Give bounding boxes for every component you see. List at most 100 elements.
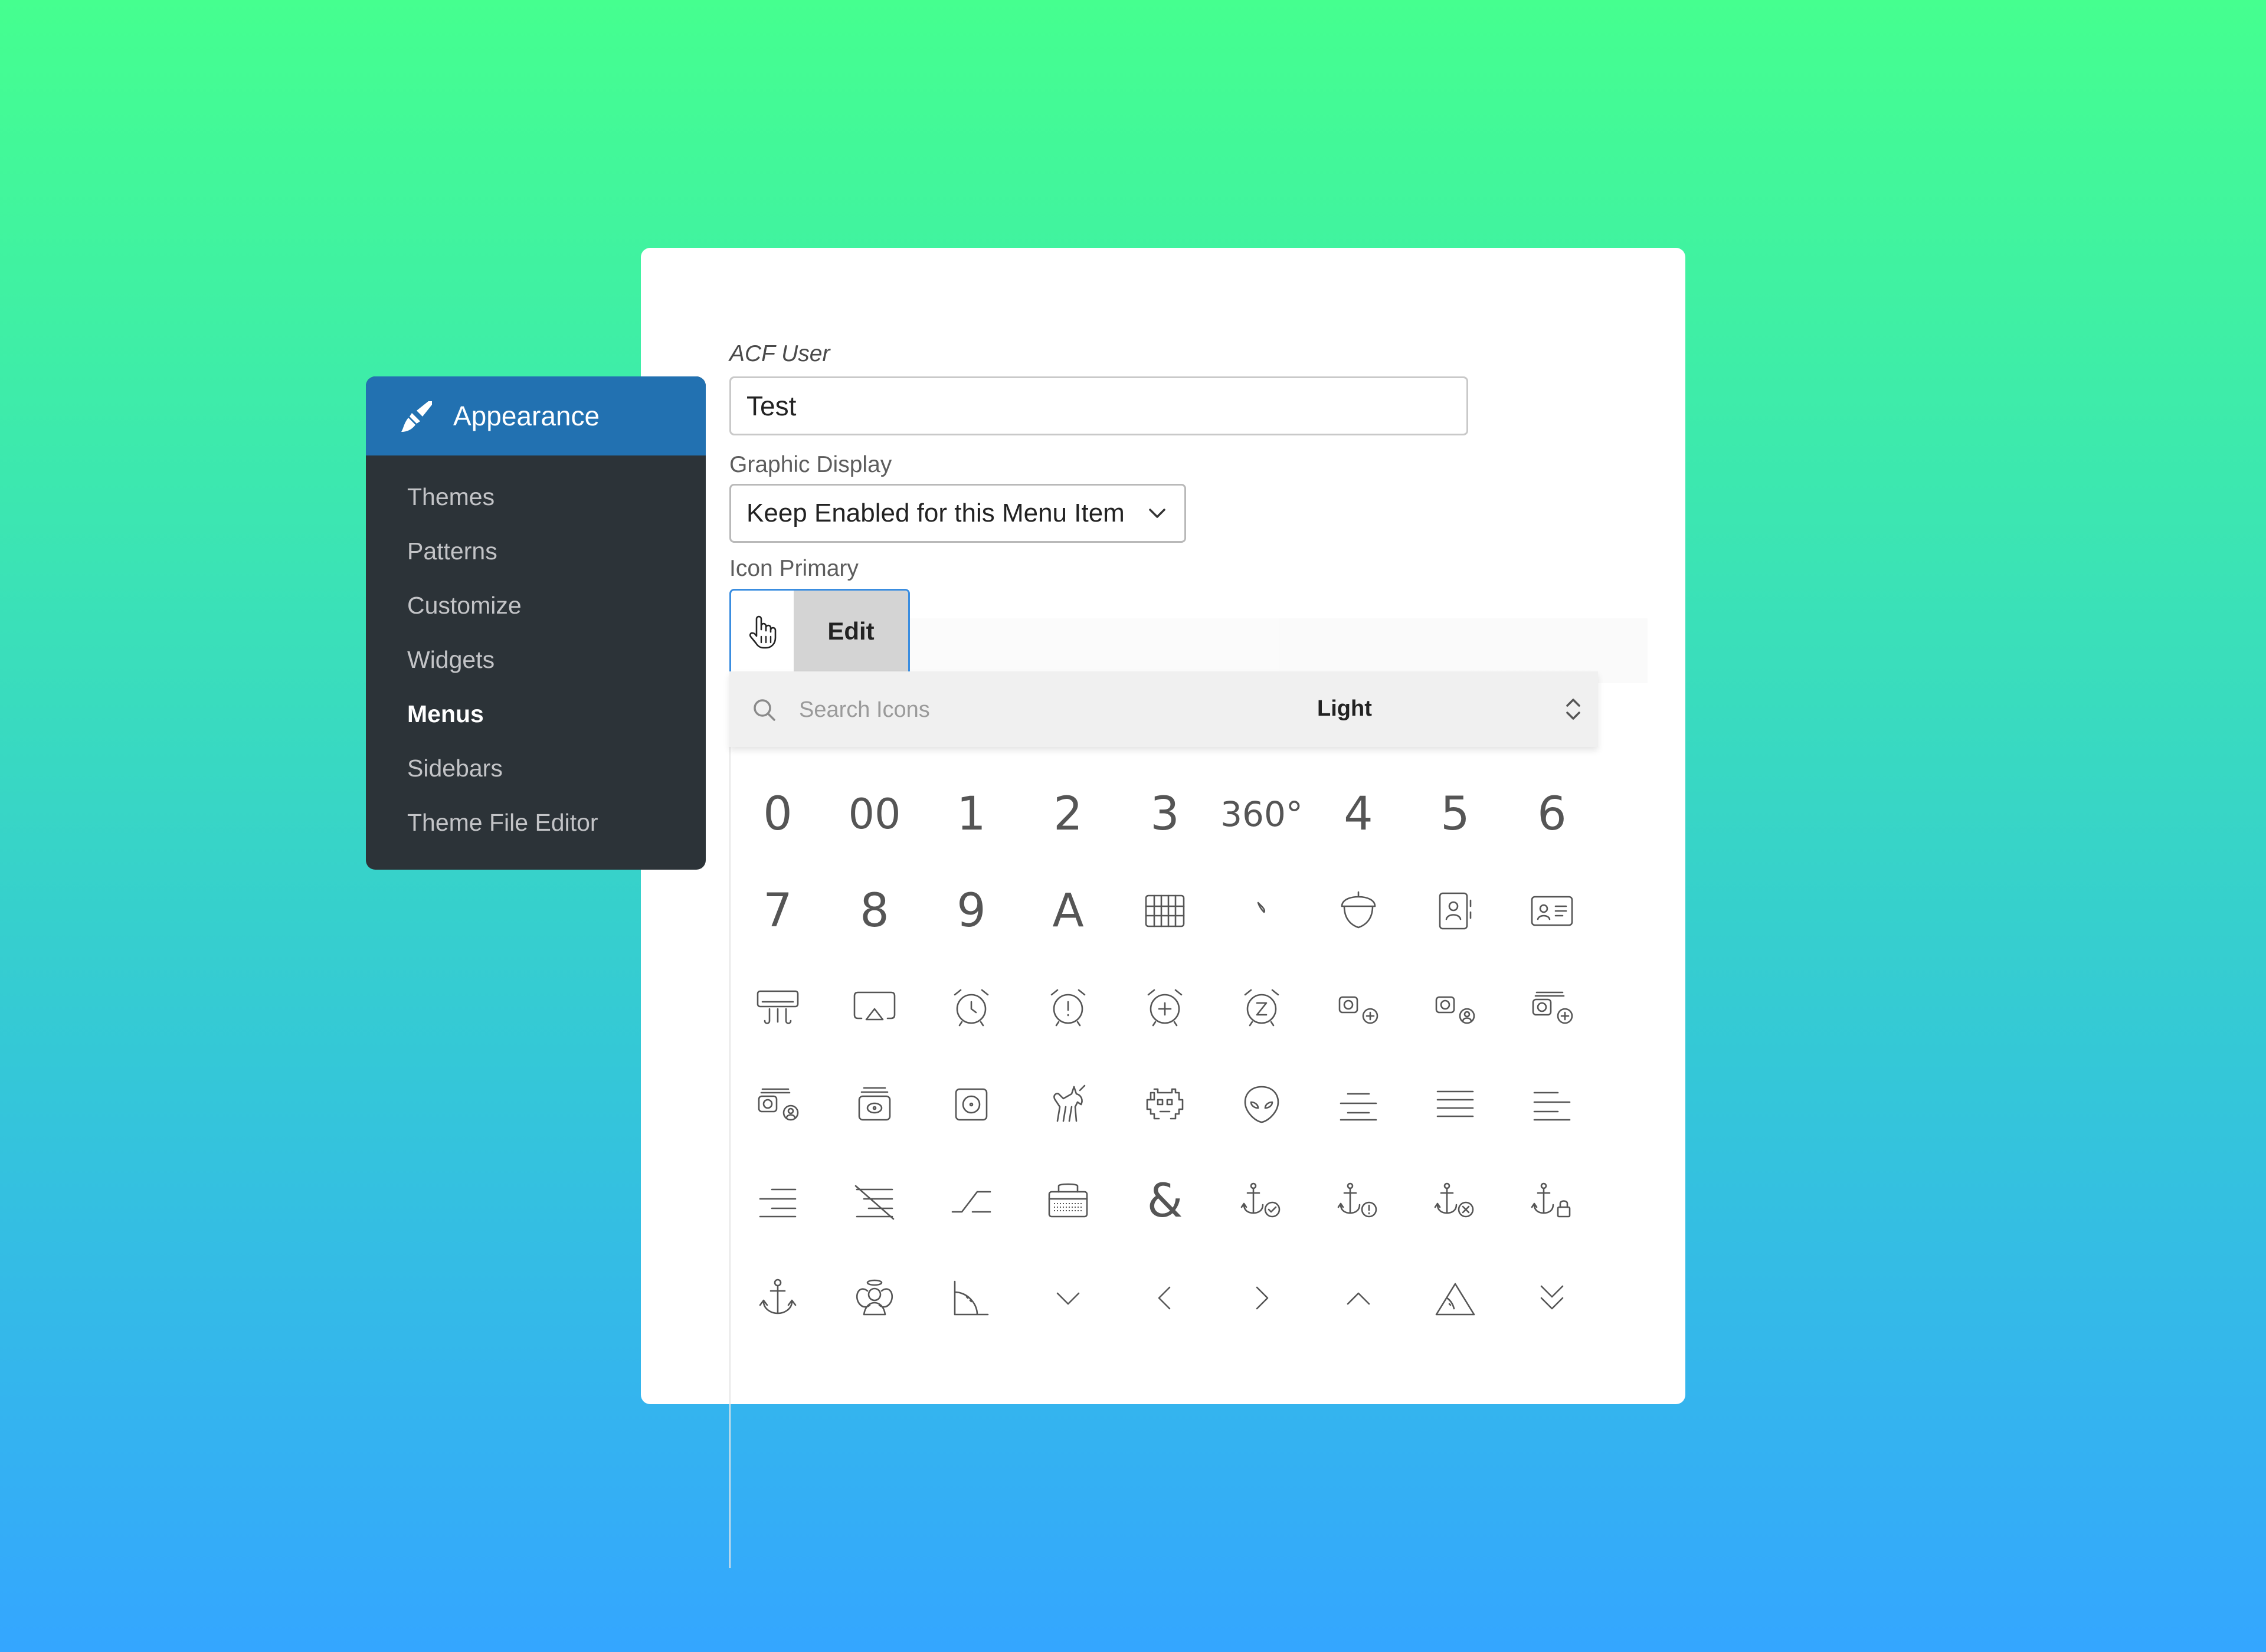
icon-option-5[interactable]: 5	[1407, 766, 1504, 863]
icon-option-alien-8bit[interactable]	[1116, 1056, 1213, 1153]
icon-option-abacus[interactable]	[1116, 863, 1213, 959]
icon-option-ampersand[interactable]: &	[1116, 1153, 1213, 1250]
icon-option-8[interactable]: 8	[826, 863, 923, 959]
graphic-display-select[interactable]: Keep Enabled for this Menu Item	[729, 484, 1186, 543]
icon-picker[interactable]: Edit	[729, 589, 910, 671]
icon-option-4[interactable]: 4	[1310, 766, 1407, 863]
icon-option-alarm-exclamation[interactable]	[1020, 959, 1116, 1056]
align-right-icon	[759, 1188, 797, 1218]
icon-primary-label: Icon Primary	[729, 556, 859, 581]
icon-option-angle-left[interactable]	[1116, 1250, 1213, 1346]
icon-option-9[interactable]: 9	[923, 863, 1020, 959]
chevron-down-icon	[1149, 509, 1165, 518]
icon-option-alien[interactable]	[1213, 1056, 1310, 1153]
align-left-icon	[1533, 1092, 1571, 1121]
appearance-sidebar: Appearance Themes Patterns Customize Wid…	[366, 376, 706, 870]
acf-user-input[interactable]	[729, 376, 1468, 435]
icon-option-align-justify[interactable]	[1407, 1056, 1504, 1153]
angle-icon	[1435, 1283, 1475, 1316]
align-justify-icon	[1436, 1090, 1474, 1117]
icon-option-angel[interactable]	[826, 1250, 923, 1346]
alarm-clock-icon	[954, 989, 989, 1027]
icon-option-anchor-lock[interactable]	[1504, 1153, 1600, 1250]
icon-option-alarm-clock[interactable]	[923, 959, 1020, 1056]
album-circle-plus-icon	[1338, 996, 1378, 1024]
icon-option-airplay[interactable]	[826, 959, 923, 1056]
search-icons-input[interactable]	[799, 689, 1094, 730]
anchor-circle-xmark-icon	[1434, 1182, 1474, 1218]
icon-option-2[interactable]: 2	[1020, 766, 1116, 863]
icon-option-album-collection-circle-user[interactable]	[729, 1056, 826, 1153]
sidebar-menu: Themes Patterns Customize Widgets Menus …	[366, 455, 706, 850]
icon-option-3[interactable]: 3	[1116, 766, 1213, 863]
angle-left-icon	[1158, 1286, 1171, 1310]
icon-option-6[interactable]: 6	[1504, 766, 1600, 863]
edit-button[interactable]: Edit	[794, 591, 908, 671]
icon-option-angle[interactable]	[1407, 1250, 1504, 1346]
icon-option-angle-90[interactable]	[923, 1250, 1020, 1346]
7-icon: 7	[763, 884, 793, 938]
icon-option-alarm-plus[interactable]	[1116, 959, 1213, 1056]
icon-option-angles-down[interactable]	[1504, 1250, 1600, 1346]
icon-option-album-collection[interactable]	[826, 1056, 923, 1153]
icon-option-alt[interactable]	[923, 1153, 1020, 1250]
icon-option-1[interactable]: 1	[923, 766, 1020, 863]
icon-option-air-conditioner[interactable]	[729, 959, 826, 1056]
icon-option-anchor[interactable]	[729, 1250, 826, 1346]
icon-preview[interactable]	[731, 591, 794, 671]
icon-option-00[interactable]: 00	[826, 766, 923, 863]
sidebar-item-theme-file-editor[interactable]: Theme File Editor	[366, 795, 706, 850]
search-icon	[754, 699, 775, 721]
angle-down-icon	[1056, 1292, 1080, 1305]
icon-option-album[interactable]	[923, 1056, 1020, 1153]
album-collection-icon	[858, 1087, 891, 1121]
sidebar-item-menus[interactable]: Menus	[366, 687, 706, 741]
icon-option-alarm-snooze[interactable]	[1213, 959, 1310, 1056]
icon-option-album-collection-circle-plus[interactable]	[1504, 959, 1600, 1056]
sidebar-item-themes[interactable]: Themes	[366, 470, 706, 524]
icon-option-align-left[interactable]	[1504, 1056, 1600, 1153]
icon-option-address-book[interactable]	[1407, 863, 1504, 959]
a-icon: A	[1052, 884, 1084, 938]
icon-option-anchor-circle-xmark[interactable]	[1407, 1153, 1504, 1250]
icon-option-angle-up[interactable]	[1310, 1250, 1407, 1346]
icon-option-anchor-circle-check[interactable]	[1213, 1153, 1310, 1250]
icon-option-angle-down[interactable]	[1020, 1250, 1116, 1346]
icon-option-align-slash[interactable]	[826, 1153, 923, 1250]
icon-option-angle-right[interactable]	[1213, 1250, 1310, 1346]
icon-option-album-circle-user[interactable]	[1407, 959, 1504, 1056]
9-icon: 9	[957, 884, 986, 938]
icon-style-select[interactable]: Light	[1095, 683, 1585, 735]
icon-option-accent-grave[interactable]	[1213, 863, 1310, 959]
sidebar-item-patterns[interactable]: Patterns	[366, 524, 706, 578]
sidebar-item-customize[interactable]: Customize	[366, 578, 706, 632]
alarm-plus-icon	[1147, 989, 1183, 1027]
icon-option-7[interactable]: 7	[729, 863, 826, 959]
icon-option-address-card[interactable]	[1504, 863, 1600, 959]
sidebar-item-sidebars[interactable]: Sidebars	[366, 741, 706, 795]
2-icon: 2	[1053, 788, 1083, 841]
icon-option-360-degrees[interactable]: 360°	[1213, 766, 1310, 863]
anchor-lock-icon	[1531, 1182, 1571, 1218]
5-icon: 5	[1440, 788, 1470, 841]
icon-option-album-circle-plus[interactable]	[1310, 959, 1407, 1056]
icon-option-align-right[interactable]	[729, 1153, 826, 1250]
angle-90-icon	[954, 1280, 989, 1316]
album-collection-circle-plus-icon	[1532, 991, 1573, 1024]
graphic-display-value: Keep Enabled for this Menu Item	[746, 499, 1125, 527]
icon-option-alicorn[interactable]	[1020, 1056, 1116, 1153]
sidebar-item-widgets[interactable]: Widgets	[366, 632, 706, 687]
icon-option-a[interactable]: A	[1020, 863, 1116, 959]
icon-option-acorn[interactable]	[1310, 863, 1407, 959]
icon-option-amp-guitar[interactable]	[1020, 1153, 1116, 1250]
sidebar-title: Appearance	[453, 401, 600, 431]
hand-pointer-icon	[749, 615, 777, 648]
icon-option-align-center[interactable]	[1310, 1056, 1407, 1153]
alicorn-icon	[1053, 1084, 1086, 1122]
360-degrees-icon: 360°	[1220, 794, 1303, 834]
icon-option-0[interactable]: 0	[729, 766, 826, 863]
ampersand-icon: &	[1147, 1175, 1183, 1228]
alarm-exclamation-icon	[1050, 989, 1086, 1027]
sidebar-header-appearance[interactable]: Appearance	[366, 376, 706, 455]
icon-option-anchor-circle-exclamation[interactable]	[1310, 1153, 1407, 1250]
